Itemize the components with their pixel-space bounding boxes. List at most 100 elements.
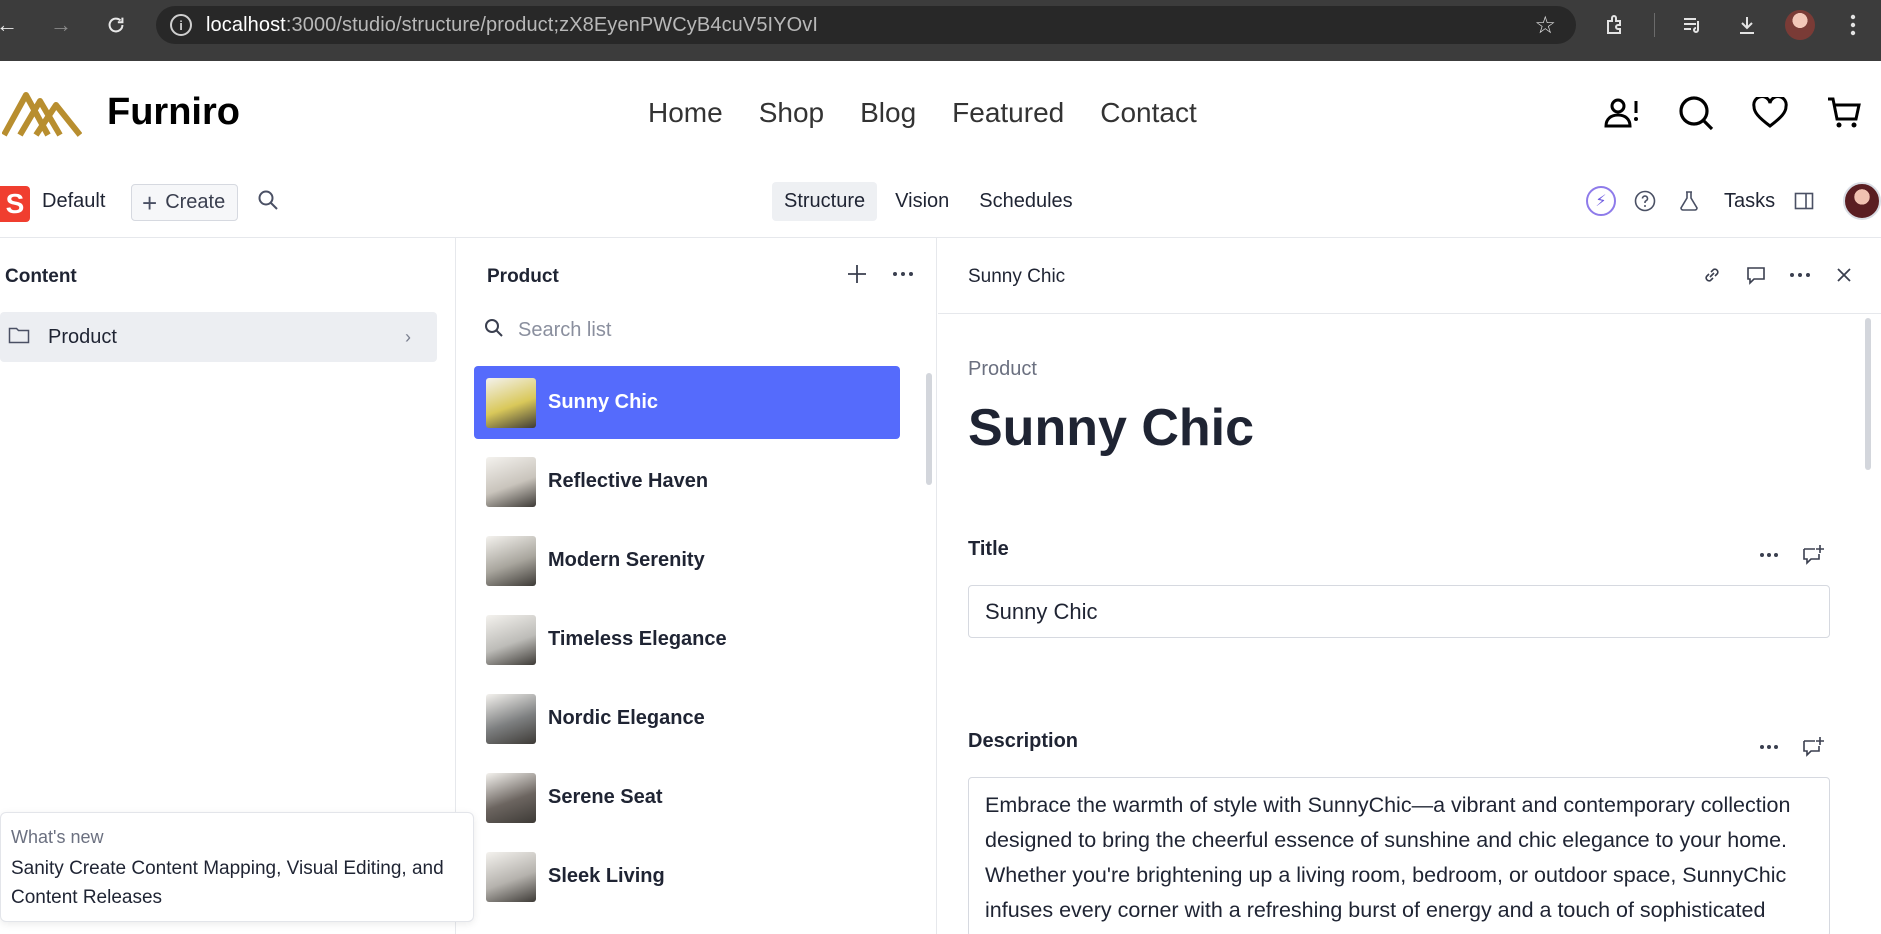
bolt-icon[interactable]: ⚡ xyxy=(1586,186,1616,216)
product-thumbnail xyxy=(486,536,536,586)
title-field-actions xyxy=(1756,542,1826,568)
product-thumbnail xyxy=(486,615,536,665)
main-nav: Home Shop Blog Featured Contact xyxy=(648,97,1197,129)
list-scrollbar[interactable] xyxy=(926,373,932,485)
link-icon[interactable] xyxy=(1698,258,1726,292)
product-thumbnail xyxy=(486,694,536,744)
document-list-item[interactable]: Timeless Elegance xyxy=(474,603,900,676)
flask-icon[interactable] xyxy=(1674,186,1704,216)
add-comment-icon[interactable] xyxy=(1800,734,1826,760)
document-type-label: Product xyxy=(968,358,1037,380)
user-avatar[interactable] xyxy=(1843,182,1881,220)
product-thumbnail xyxy=(486,378,536,428)
extensions-icon[interactable] xyxy=(1600,9,1632,41)
panel-toggle-icon[interactable] xyxy=(1789,186,1819,216)
studio-navbar: S Default + Create Structure Vision Sche… xyxy=(0,169,1881,238)
search-icon[interactable] xyxy=(1674,91,1718,135)
chevron-right-icon: › xyxy=(405,326,411,347)
nav-blog[interactable]: Blog xyxy=(860,97,916,129)
account-alert-icon[interactable] xyxy=(1600,91,1644,135)
browser-chrome: ← → i localhost:3000/studio/structure/pr… xyxy=(0,0,1881,61)
document-header-title: Sunny Chic xyxy=(968,266,1066,287)
bookmark-star-icon[interactable]: ☆ xyxy=(1534,11,1556,40)
description-textarea[interactable]: Embrace the warmth of style with SunnyCh… xyxy=(968,777,1830,934)
document-list-item[interactable]: Sunny Chic xyxy=(474,366,900,439)
studio-search-icon[interactable] xyxy=(257,189,279,216)
document-list-item[interactable]: Serene Seat xyxy=(474,761,900,834)
document-list-item-title: Modern Serenity xyxy=(548,549,705,571)
workspace-name[interactable]: Default xyxy=(42,190,105,213)
url-text: localhost:3000/studio/structure/product;… xyxy=(206,13,819,36)
sanity-logo[interactable]: S xyxy=(0,186,30,222)
studio-tools: Structure Vision Schedules xyxy=(772,182,1085,221)
document-list-item[interactable]: Modern Serenity xyxy=(474,524,900,597)
browser-menu-icon[interactable] xyxy=(1837,9,1869,41)
document-list-item[interactable]: Reflective Haven xyxy=(474,445,900,518)
document-list-item-title: Sunny Chic xyxy=(548,391,659,413)
whats-new-card[interactable]: What's new Sanity Create Content Mapping… xyxy=(0,812,474,922)
document-list-item-title: Reflective Haven xyxy=(548,470,709,492)
document-header-actions xyxy=(1698,258,1858,292)
help-icon[interactable] xyxy=(1630,186,1660,216)
toolbar-separator xyxy=(1654,13,1655,37)
list-search[interactable]: Search list xyxy=(484,318,611,343)
product-thumbnail xyxy=(486,852,536,902)
reload-icon[interactable] xyxy=(95,4,137,46)
document-pane: Sunny Chic Product Sunny Chic Title Sunn… xyxy=(938,238,1881,934)
nav-shop[interactable]: Shop xyxy=(759,97,824,129)
site-header: Furniro Home Shop Blog Featured Contact xyxy=(0,61,1881,169)
add-comment-icon[interactable] xyxy=(1800,542,1826,568)
create-button[interactable]: + Create xyxy=(131,184,238,221)
search-list-input[interactable]: Search list xyxy=(518,319,611,342)
content-item-product[interactable]: Product › xyxy=(0,312,437,362)
close-icon[interactable] xyxy=(1830,258,1858,292)
furniro-logo-icon[interactable] xyxy=(1,87,83,144)
product-list-pane: Product Search list Sunny Chic Reflective… xyxy=(457,238,937,934)
list-actions xyxy=(843,260,917,288)
tab-schedules[interactable]: Schedules xyxy=(967,182,1084,221)
download-icon[interactable] xyxy=(1731,9,1763,41)
list-pane-title: Product xyxy=(487,266,559,287)
document-list: Sunny Chic Reflective Haven Modern Serenit… xyxy=(474,366,900,919)
cart-icon[interactable] xyxy=(1822,91,1866,135)
document-title: Sunny Chic xyxy=(968,399,1255,457)
nav-home[interactable]: Home xyxy=(648,97,723,129)
tab-vision[interactable]: Vision xyxy=(883,182,961,221)
search-icon xyxy=(484,318,504,343)
document-scrollbar[interactable] xyxy=(1865,318,1871,470)
product-thumbnail xyxy=(486,773,536,823)
add-document-icon[interactable] xyxy=(843,260,871,288)
address-bar[interactable]: i localhost:3000/studio/structure/produc… xyxy=(156,6,1576,44)
tasks-label[interactable]: Tasks xyxy=(1724,190,1775,213)
create-label: Create xyxy=(165,191,226,213)
content-pane-title: Content xyxy=(5,266,77,287)
document-list-item-title: Timeless Elegance xyxy=(548,628,727,650)
forward-icon[interactable]: → xyxy=(40,4,82,46)
title-input[interactable]: Sunny Chic xyxy=(968,585,1830,638)
header-icons xyxy=(1600,91,1866,135)
nav-contact[interactable]: Contact xyxy=(1100,97,1197,129)
product-thumbnail xyxy=(486,457,536,507)
heart-icon[interactable] xyxy=(1748,91,1792,135)
back-icon[interactable]: ← xyxy=(0,4,28,46)
field-menu-icon[interactable] xyxy=(1756,734,1782,760)
site-info-icon[interactable]: i xyxy=(170,14,192,36)
title-field-label: Title xyxy=(968,538,1009,560)
more-options-icon[interactable] xyxy=(889,260,917,288)
document-list-item[interactable]: Nordic Elegance xyxy=(474,682,900,755)
browser-profile-avatar[interactable] xyxy=(1785,10,1815,40)
comment-icon[interactable] xyxy=(1742,258,1770,292)
brand-name[interactable]: Furniro xyxy=(107,91,240,134)
description-field-actions xyxy=(1756,734,1826,760)
field-menu-icon[interactable] xyxy=(1756,542,1782,568)
description-field-label: Description xyxy=(968,730,1079,752)
browser-toolbar xyxy=(1600,0,1869,50)
whats-new-label: What's new xyxy=(11,827,104,847)
tab-structure[interactable]: Structure xyxy=(772,182,878,221)
nav-featured[interactable]: Featured xyxy=(952,97,1064,129)
document-list-item-title: Serene Seat xyxy=(548,786,663,808)
document-menu-icon[interactable] xyxy=(1786,258,1814,292)
document-header: Sunny Chic xyxy=(938,238,1881,314)
media-queue-icon[interactable] xyxy=(1677,9,1709,41)
document-list-item[interactable]: Sleek Living xyxy=(474,840,900,913)
